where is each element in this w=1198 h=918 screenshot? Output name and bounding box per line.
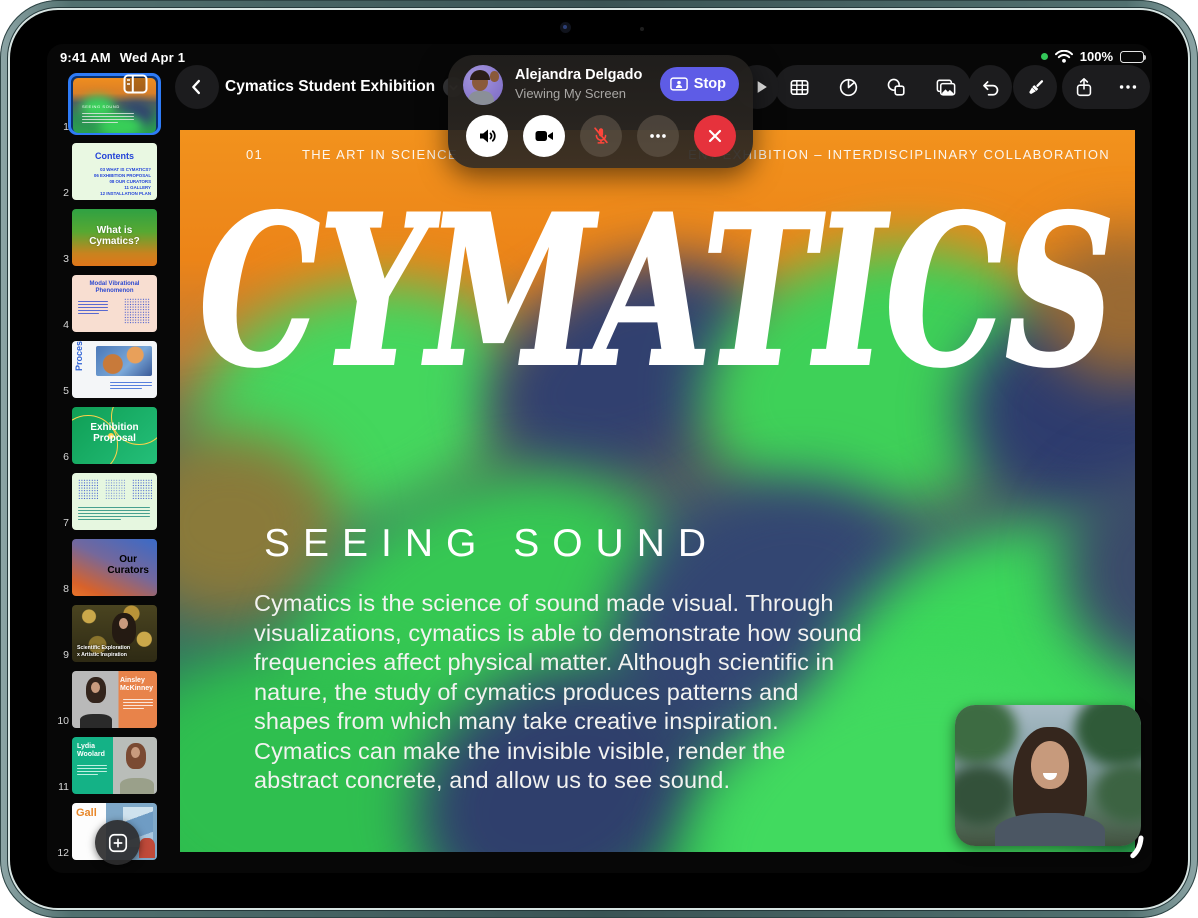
screen-share-icon bbox=[669, 77, 688, 91]
insert-chart-button[interactable] bbox=[837, 76, 860, 99]
slide-row-7: 7 bbox=[58, 473, 170, 531]
insert-toolbar bbox=[775, 65, 971, 109]
slide-thumbnail-7[interactable] bbox=[72, 473, 157, 530]
slide-body-text: Cymatics is the science of sound made vi… bbox=[254, 590, 862, 793]
audio-output-button[interactable] bbox=[465, 115, 508, 157]
slide-heading: SEEING SOUND bbox=[264, 522, 720, 565]
screen: 9:41 AM Wed Apr 1 100% Cymatics Student … bbox=[47, 44, 1152, 873]
slide-row-11: 11 Lydia Woolard bbox=[58, 737, 170, 795]
battery-percent: 100% bbox=[1079, 49, 1113, 64]
slide-thumbnail-5[interactable]: Process bbox=[72, 341, 157, 398]
format-brush-button[interactable] bbox=[1013, 65, 1057, 109]
add-slide-button[interactable] bbox=[95, 820, 140, 865]
slide-thumbnail-8[interactable]: Our Curators bbox=[72, 539, 157, 596]
battery-icon bbox=[1120, 50, 1146, 63]
bezel-sensor bbox=[640, 27, 644, 31]
facetime-overlay[interactable]: Alejandra Delgado Viewing My Screen Stop bbox=[448, 55, 753, 168]
share-more-toolbar bbox=[1062, 65, 1150, 109]
back-button[interactable] bbox=[175, 65, 219, 109]
insert-table-button[interactable] bbox=[788, 76, 811, 99]
cymatics-wordmark: CYMATICS bbox=[198, 178, 1117, 414]
slide-thumbnail-10[interactable]: Ainsley McKinney bbox=[72, 671, 157, 728]
slide-eyebrow-left: THE ART IN SCIENCE bbox=[302, 147, 458, 162]
mute-button-muted[interactable] bbox=[579, 115, 622, 157]
slide-row-2: 2 Contents 03 WHAT IS CYMATICS? 06 EXHIB… bbox=[58, 143, 170, 201]
slide-thumbnail-9[interactable]: Scientific Exploration x Artistic Inspir… bbox=[72, 605, 157, 662]
slide-thumbnail-6[interactable]: Exhibition Proposal bbox=[72, 407, 157, 464]
insert-shape-button[interactable] bbox=[885, 76, 908, 99]
wifi-icon bbox=[1054, 50, 1073, 63]
camera-button[interactable] bbox=[522, 115, 565, 157]
document-title: Cymatics Student Exhibition bbox=[225, 78, 436, 95]
call-controls bbox=[448, 115, 753, 157]
ipad-mockup: 9:41 AM Wed Apr 1 100% Cymatics Student … bbox=[0, 0, 1198, 918]
status-date: Wed Apr 1 bbox=[119, 50, 186, 65]
slide-navigator: 1 SEEING SOUND 2 Contents 03 WHAT IS CYM… bbox=[57, 73, 170, 869]
front-camera bbox=[560, 22, 571, 33]
slide-thumbnail-2[interactable]: Contents 03 WHAT IS CYMATICS? 06 EXHIBIT… bbox=[72, 143, 157, 200]
slide-row-6: 6 Exhibition Proposal bbox=[58, 407, 170, 465]
call-more-button[interactable] bbox=[636, 115, 679, 157]
document-title-group[interactable]: Cymatics Student Exhibition bbox=[225, 65, 464, 109]
slide-row-3: 3 What is Cymatics? bbox=[58, 209, 170, 267]
slide-row-1: 1 SEEING SOUND bbox=[58, 73, 170, 135]
slide-row-5: 5 Process bbox=[58, 341, 170, 399]
slide-thumbnail-11[interactable]: Lydia Woolard bbox=[72, 737, 157, 794]
corner-swipe-arc bbox=[1109, 834, 1145, 868]
slide-row-4: 4 Modal Vibrational Phenomenon bbox=[58, 275, 170, 333]
slide-thumbnail-4[interactable]: Modal Vibrational Phenomenon bbox=[72, 275, 157, 332]
slide-thumbnail-3[interactable]: What is Cymatics? bbox=[72, 209, 157, 266]
end-call-button[interactable] bbox=[693, 115, 736, 157]
ipad-frame: 9:41 AM Wed Apr 1 100% Cymatics Student … bbox=[0, 0, 1198, 918]
slide-row-8: 8 Our Curators bbox=[58, 539, 170, 597]
slide-row-9: 9 Scientific Exploration x Artistic Insp… bbox=[58, 605, 170, 663]
slide-page-number: 01 bbox=[246, 147, 264, 162]
status-time: 9:41 AM bbox=[60, 50, 111, 65]
participant-avatar bbox=[463, 65, 503, 105]
more-button[interactable] bbox=[1117, 76, 1139, 98]
facetime-pip-video[interactable] bbox=[955, 705, 1141, 846]
privacy-indicator-dot bbox=[1040, 53, 1048, 60]
slide-row-10: 10 Ainsley McKinney bbox=[57, 671, 170, 729]
undo-button[interactable] bbox=[968, 65, 1012, 109]
sidebar-toggle-button[interactable] bbox=[123, 74, 148, 94]
svg-text:CYMATICS: CYMATICS bbox=[200, 178, 1115, 412]
stop-sharing-button[interactable]: Stop bbox=[659, 67, 739, 101]
insert-media-button[interactable] bbox=[934, 76, 958, 99]
screen-share-status: Viewing My Screen bbox=[515, 86, 627, 101]
participant-name: Alejandra Delgado bbox=[515, 67, 643, 83]
share-button[interactable] bbox=[1073, 76, 1095, 99]
